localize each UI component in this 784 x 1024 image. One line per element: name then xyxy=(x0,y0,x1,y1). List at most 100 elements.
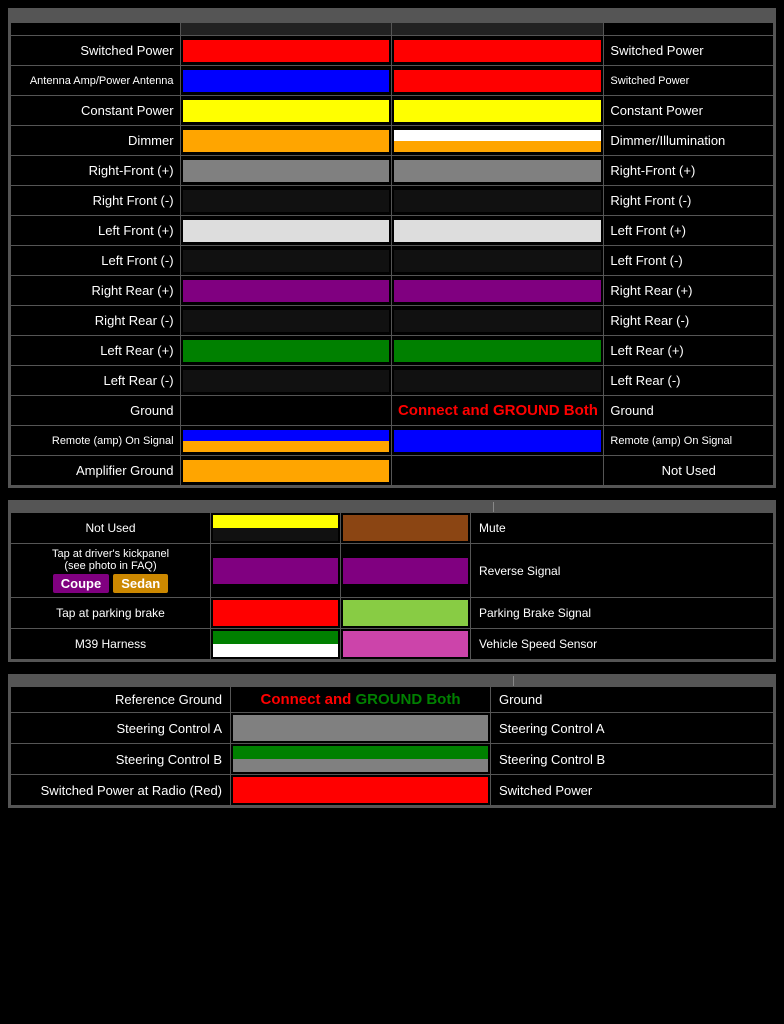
metra-wire-3 xyxy=(180,126,392,156)
headunit-wire-10 xyxy=(392,336,604,366)
aswc-header xyxy=(514,676,774,686)
table-row: Remote (amp) On SignalRemote (amp) On Si… xyxy=(11,426,774,456)
steering-right-2: Steering Control B xyxy=(491,744,774,775)
th-empty-left xyxy=(11,23,181,36)
headunit-wire-0 xyxy=(392,36,604,66)
other-right-3: Vehicle Speed Sensor xyxy=(471,629,774,660)
metra-wire-4 xyxy=(180,156,392,186)
row-label-right-5: Right Front (-) xyxy=(604,186,774,216)
table-row: Right Rear (+) Right Rear (+) xyxy=(11,276,774,306)
metra-wire-12 xyxy=(180,396,392,426)
row-label-right-8: Right Rear (+) xyxy=(604,276,774,306)
steering-row-3: Switched Power at Radio (Red) Switched Po… xyxy=(11,775,774,806)
section-other-connections: Not UsedMuteTap at driver's kickpanel(se… xyxy=(8,500,776,662)
row-label-left-7: Left Front (-) xyxy=(11,246,181,276)
headunit-wire-14 xyxy=(392,456,604,486)
row-label-right-11: Left Rear (-) xyxy=(604,366,774,396)
steering-right-0: Ground xyxy=(491,687,774,713)
headunit-wire-3 xyxy=(392,126,604,156)
other-row-1: Tap at driver's kickpanel(see photo in F… xyxy=(11,544,774,598)
aswc-wire-0: Connect and GROUND Both xyxy=(231,687,491,713)
table-row: Left Rear (-) Left Rear (-) xyxy=(11,366,774,396)
headunit-wire-2 xyxy=(392,96,604,126)
row-label-right-12: Ground xyxy=(604,396,774,426)
metra-wire-13 xyxy=(180,426,392,456)
metra-wire-14 xyxy=(180,456,392,486)
row-label-left-0: Switched Power xyxy=(11,36,181,66)
table-row: Antenna Amp/Power AntennaSwitched Power xyxy=(11,66,774,96)
metra-wire-5 xyxy=(180,186,392,216)
aswc-wire-3 xyxy=(231,775,491,806)
other-row-3: M39 Harness Vehicle Speed Sensor xyxy=(11,629,774,660)
headunit-wire-1 xyxy=(392,66,604,96)
row-label-right-10: Left Rear (+) xyxy=(604,336,774,366)
row-label-right-7: Left Front (-) xyxy=(604,246,774,276)
steering-left-2: Steering Control B xyxy=(11,744,231,775)
other-row-0: Not UsedMute xyxy=(11,513,774,544)
row-label-right-14: Not Used xyxy=(604,456,774,486)
row-label-left-9: Right Rear (-) xyxy=(11,306,181,336)
metra-wire-10 xyxy=(180,336,392,366)
other-right-1: Reverse Signal xyxy=(471,544,774,598)
row-label-left-5: Right Front (-) xyxy=(11,186,181,216)
steering-left-0: Reference Ground xyxy=(11,687,231,713)
steering-left-3: Switched Power at Radio (Red) xyxy=(11,775,231,806)
table-row: Constant Power Constant Power xyxy=(11,96,774,126)
kenwood-wire-1 xyxy=(341,544,471,598)
table-row: Left Front (+)Left Front (+) xyxy=(11,216,774,246)
headunit-wire-13 xyxy=(392,426,604,456)
non-bose-table: Switched PowerSwitched PowerAntenna Amp/… xyxy=(10,22,774,486)
kenwood-wire-3 xyxy=(341,629,471,660)
aswc-wire-2 xyxy=(231,744,491,775)
row-label-right-9: Right Rear (-) xyxy=(604,306,774,336)
table-row: Left Front (-) Left Front (-) xyxy=(11,246,774,276)
badge-sedan: Sedan xyxy=(113,574,168,593)
other-connections-header xyxy=(10,502,494,512)
aswc-wire-1 xyxy=(231,713,491,744)
metra-wire-2 xyxy=(180,96,392,126)
row-label-left-3: Dimmer xyxy=(11,126,181,156)
table-row: Right Rear (-) Right Rear (-) xyxy=(11,306,774,336)
other-left-2: Tap at parking brake xyxy=(11,598,211,629)
steering-table: Reference GroundConnect and GROUND BothG… xyxy=(10,686,774,806)
steering-left-1: Steering Control A xyxy=(11,713,231,744)
row-label-right-2: Constant Power xyxy=(604,96,774,126)
th-headunit xyxy=(392,23,604,36)
headunit-wire-9 xyxy=(392,306,604,336)
metra-wire-11 xyxy=(180,366,392,396)
metra-wire-8 xyxy=(180,276,392,306)
row-label-right-0: Switched Power xyxy=(604,36,774,66)
kenwood-wire-2 xyxy=(341,598,471,629)
table-row: Right-Front (+) Right-Front (+) xyxy=(11,156,774,186)
row-label-left-2: Constant Power xyxy=(11,96,181,126)
row-label-right-3: Dimmer/Illumination xyxy=(604,126,774,156)
section-non-bose-header xyxy=(10,10,774,22)
steering-right-3: Switched Power xyxy=(491,775,774,806)
row-label-right-13: Remote (amp) On Signal xyxy=(604,426,774,456)
row-label-left-14: Amplifier Ground xyxy=(11,456,181,486)
row-label-left-11: Left Rear (-) xyxy=(11,366,181,396)
pioneer-wire-0 xyxy=(211,513,341,544)
badge-coupe: Coupe xyxy=(53,574,109,593)
headunit-wire-12: Connect and GROUND Both xyxy=(392,396,604,426)
row-label-left-4: Right-Front (+) xyxy=(11,156,181,186)
other-left-3: M39 Harness xyxy=(11,629,211,660)
connect-ground-text: Connect and GROUND Both xyxy=(398,402,598,419)
row-label-left-6: Left Front (+) xyxy=(11,216,181,246)
section-steering: Reference GroundConnect and GROUND BothG… xyxy=(8,674,776,808)
table-row: GroundConnect and GROUND BothGround xyxy=(11,396,774,426)
other-left-0: Not Used xyxy=(11,513,211,544)
headunit-wire-5 xyxy=(392,186,604,216)
steering-row-1: Steering Control ASteering Control A xyxy=(11,713,774,744)
table-row: Left Rear (+) Left Rear (+) xyxy=(11,336,774,366)
metra-wire-7 xyxy=(180,246,392,276)
row-label-left-1: Antenna Amp/Power Antenna xyxy=(11,66,181,96)
th-empty-right xyxy=(604,23,774,36)
headunit-wire-7 xyxy=(392,246,604,276)
row-label-left-8: Right Rear (+) xyxy=(11,276,181,306)
row-label-right-4: Right-Front (+) xyxy=(604,156,774,186)
headunit-wire-6 xyxy=(392,216,604,246)
row-label-left-10: Left Rear (+) xyxy=(11,336,181,366)
table-row: Right Front (-) Right Front (-) xyxy=(11,186,774,216)
pioneer-kenwood-header xyxy=(494,502,774,512)
